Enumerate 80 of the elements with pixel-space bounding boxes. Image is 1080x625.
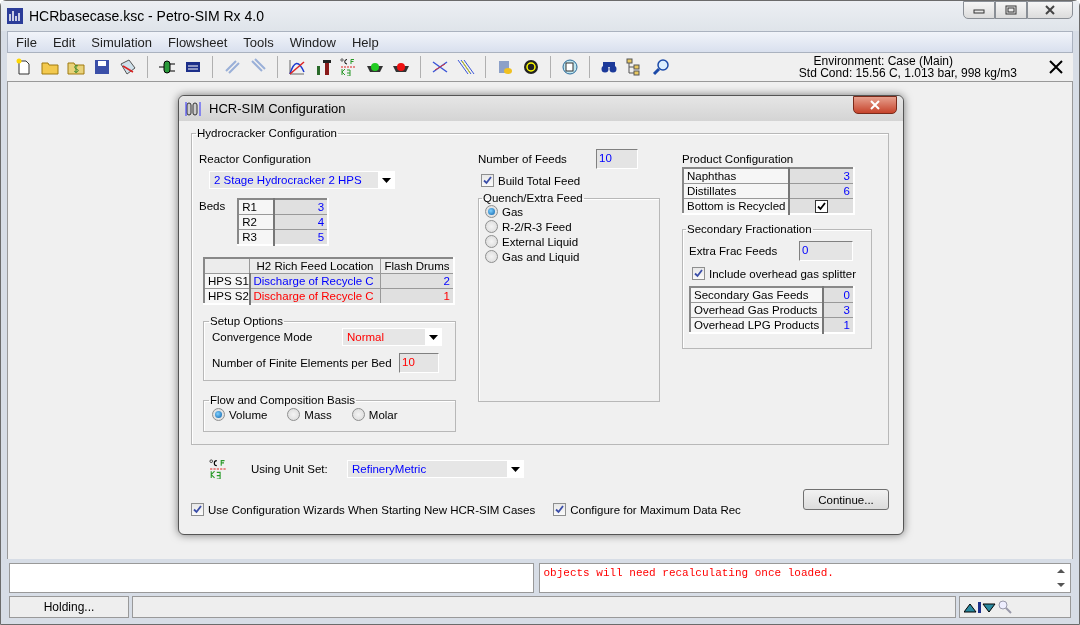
std-cond-label: Std Cond: 15.56 C, 1.013 bar, 998 kg/m3 — [798, 67, 1017, 79]
checkbox[interactable] — [815, 200, 829, 214]
reactor-icon — [185, 100, 203, 117]
close-icon[interactable] — [1047, 58, 1065, 76]
continue-button[interactable]: Continue... — [803, 489, 889, 510]
group-title: Quench/Extra Feed — [482, 192, 584, 204]
checkbox[interactable] — [553, 503, 567, 516]
field-label: Number of Finite Elements per Bed — [212, 357, 393, 369]
radio-label: Molar — [368, 408, 398, 421]
caret-icon — [428, 334, 438, 340]
checkbox-label: Configure for Maximum Data Rec — [570, 503, 741, 516]
environment-label: Environment: Case (Main) — [813, 55, 953, 67]
field-label: Product Configuration — [682, 152, 795, 167]
close-icon — [869, 100, 881, 110]
menu-item[interactable]: File — [8, 34, 45, 50]
checkbox[interactable] — [191, 503, 204, 516]
dropdown[interactable]: 2 Stage Hydrocracker 2 HPS — [209, 171, 395, 189]
checkbox-label: Build Total Feed — [498, 174, 581, 187]
table-cell — [204, 258, 250, 274]
radio-label: Gas — [502, 205, 524, 218]
group-title: Flow and Composition Basis — [209, 394, 357, 406]
field-label: Using Unit Set: — [251, 463, 329, 475]
caret-icon — [381, 177, 391, 183]
checkbox[interactable] — [692, 267, 705, 281]
close-button[interactable] — [1027, 1, 1073, 19]
radio-button[interactable] — [351, 408, 365, 421]
field-label: Number of Feeds — [478, 153, 568, 165]
dropdown[interactable]: RefineryMetric — [347, 460, 524, 478]
table-cell: Secondary Gas Feeds — [690, 287, 824, 303]
radio-button[interactable] — [212, 408, 225, 421]
app-logo-icon — [7, 8, 23, 24]
input-field[interactable]: 10 — [596, 149, 638, 169]
table-cell: R1 — [238, 199, 275, 215]
menu-item[interactable]: Window — [281, 34, 344, 50]
checkbox-label: Include overhead gas splitter — [709, 267, 857, 280]
table-cell[interactable]: 3 — [789, 168, 854, 184]
radio-button[interactable] — [485, 250, 498, 263]
status-text: Holding... — [9, 596, 129, 618]
menu-item[interactable]: Help — [343, 34, 387, 50]
minimize-button[interactable] — [963, 1, 995, 19]
radio-button[interactable] — [287, 408, 301, 421]
minimize-icon — [973, 6, 985, 14]
menu-item[interactable]: Simulation — [83, 34, 161, 50]
field-label: Extra Frac Feeds — [689, 245, 779, 258]
field-label: Beds — [199, 199, 226, 214]
caret-icon — [510, 466, 520, 472]
maximize-button[interactable] — [995, 1, 1027, 19]
maximize-icon — [1005, 5, 1017, 15]
column-header: H2 Rich Feed Location — [249, 258, 381, 274]
radio-label: Volume — [229, 408, 268, 421]
radio-button[interactable] — [485, 220, 498, 233]
column-header: Flash Drums — [380, 258, 454, 274]
menu-item[interactable]: Flowsheet — [160, 34, 236, 50]
table-cell: Naphthas — [683, 168, 790, 184]
group-title: Setup Options — [209, 315, 284, 327]
dialog-title: HCR-SIM Configuration — [209, 101, 347, 116]
radio-button[interactable] — [485, 235, 498, 248]
units-icon — [209, 459, 229, 479]
radio-button[interactable] — [485, 205, 498, 218]
window-title: HCRbasecase.ksc - Petro-SIM Rx 4.0 — [29, 8, 265, 24]
up-down-arrows-icon[interactable] — [964, 601, 996, 613]
field-label: Reactor Configuration — [199, 152, 312, 167]
checkbox[interactable] — [481, 174, 494, 187]
radio-label: R-2/R-3 Feed — [502, 220, 572, 233]
checkbox-label: Use Configuration Wizards When Starting New HCR-SIM Cases — [208, 503, 536, 516]
menu-item[interactable]: Edit — [44, 34, 84, 50]
close-icon — [1044, 5, 1056, 15]
log-message: objects will need recalculating once loaded. — [543, 567, 835, 581]
field-label: Convergence Mode — [212, 331, 314, 343]
scroll-arrows-icon[interactable] — [1056, 567, 1066, 589]
menu-item[interactable]: Tools — [235, 34, 282, 50]
group-title: Secondary Fractionation — [686, 223, 813, 236]
table-cell[interactable]: 3 — [274, 199, 329, 215]
table-cell[interactable]: 0 — [823, 287, 854, 303]
radio-label: Gas and Liquid — [502, 250, 580, 263]
group-title: Hydrocracker Configuration — [196, 127, 338, 139]
input-field[interactable]: 0 — [799, 241, 853, 262]
radio-label: Mass — [304, 408, 332, 421]
close-button[interactable] — [853, 96, 897, 114]
radio-label: External Liquid — [502, 235, 579, 248]
